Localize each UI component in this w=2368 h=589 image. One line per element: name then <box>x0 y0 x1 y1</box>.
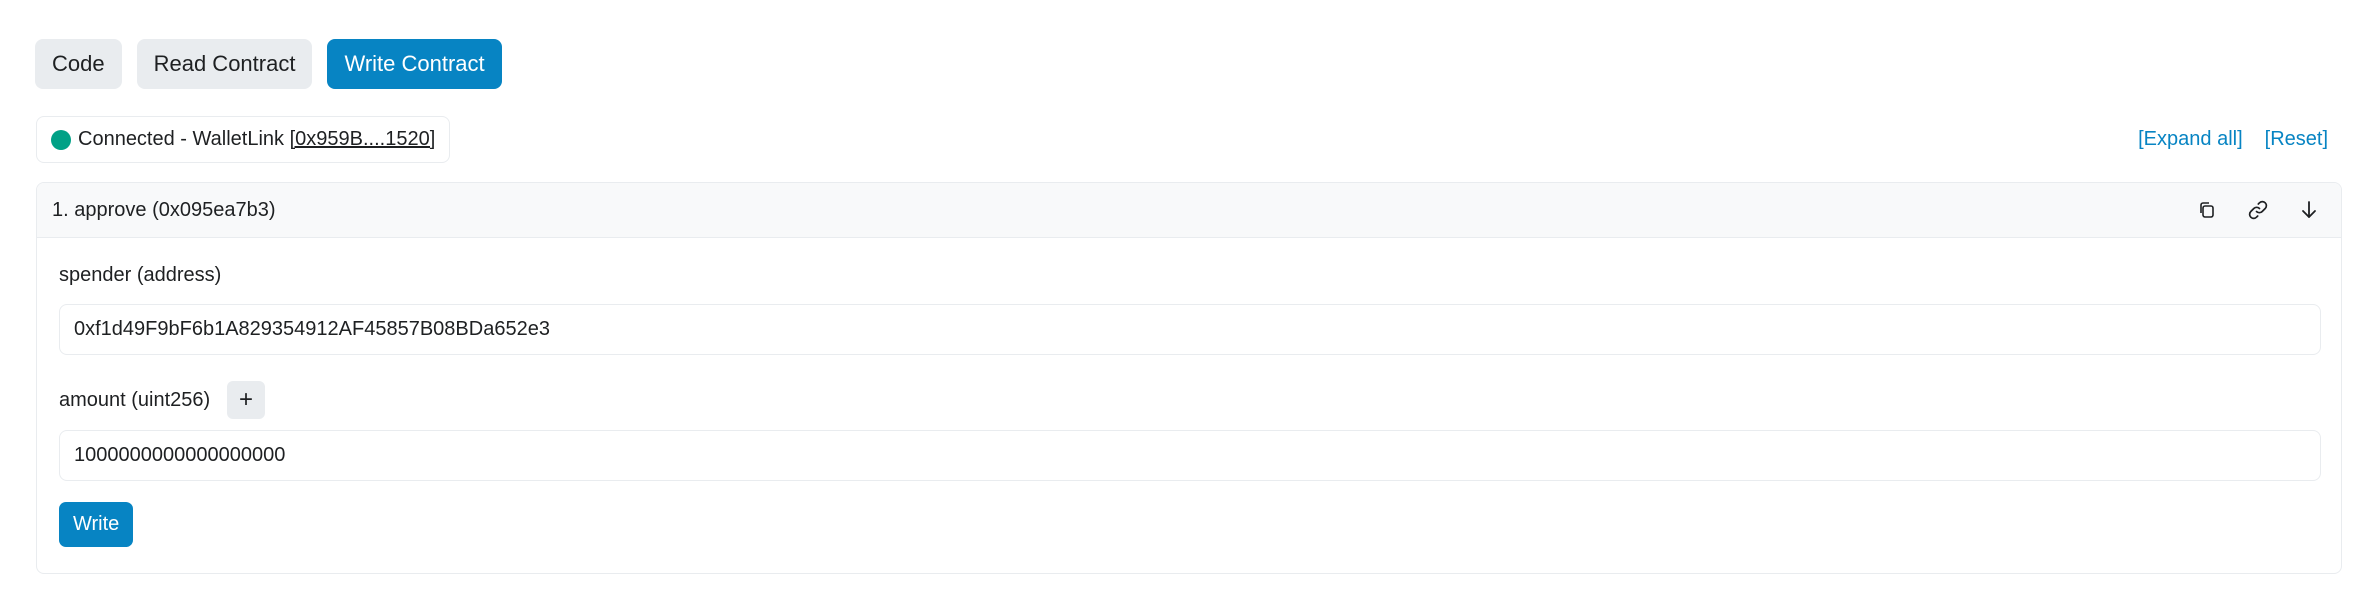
connected-status-dot-icon <box>51 129 71 150</box>
write-button[interactable]: Write <box>59 502 134 547</box>
amount-input[interactable]: 1000000000000000000 <box>59 430 2321 481</box>
tab-code[interactable]: Code <box>35 39 122 89</box>
connection-status: Connected - WalletLink [0x959B....1520] <box>36 116 451 163</box>
method-title: 1. approve (0x095ea7b3) <box>52 198 276 221</box>
copy-icon[interactable] <box>2190 193 2224 227</box>
connection-status-text: Connected - WalletLink <box>78 128 290 150</box>
expand-all-link[interactable]: [Expand all] <box>2138 128 2243 151</box>
write-contract-panel: Code Read Contract Write Contract Connec… <box>0 0 2368 589</box>
amount-multiplier-plus-button[interactable]: + <box>227 381 265 419</box>
wallet-address-link[interactable]: [0x959B....1520] <box>290 128 436 151</box>
tab-write-contract[interactable]: Write Contract <box>327 39 502 89</box>
method-header[interactable]: 1. approve (0x095ea7b3) <box>37 183 2341 238</box>
reset-link[interactable]: [Reset] <box>2265 128 2328 151</box>
contract-tabs: Code Read Contract Write Contract <box>35 39 502 89</box>
spender-input[interactable]: 0xf1d49F9bF6b1A829354912AF45857B08BDa652… <box>59 304 2321 355</box>
accordion-actions: [Expand all] [Reset] <box>2138 128 2328 151</box>
spender-label: spender (address) <box>59 264 222 286</box>
method-form: spender (address) 0xf1d49F9bF6b1A8293549… <box>37 238 2341 573</box>
arrow-down-icon[interactable] <box>2292 193 2326 227</box>
method-accordion-approve: 1. approve (0x095ea7b3) spender (address… <box>36 182 2342 574</box>
link-icon[interactable] <box>2241 193 2275 227</box>
amount-label: amount (uint256) <box>59 389 211 411</box>
tab-read-contract[interactable]: Read Contract <box>136 39 313 89</box>
